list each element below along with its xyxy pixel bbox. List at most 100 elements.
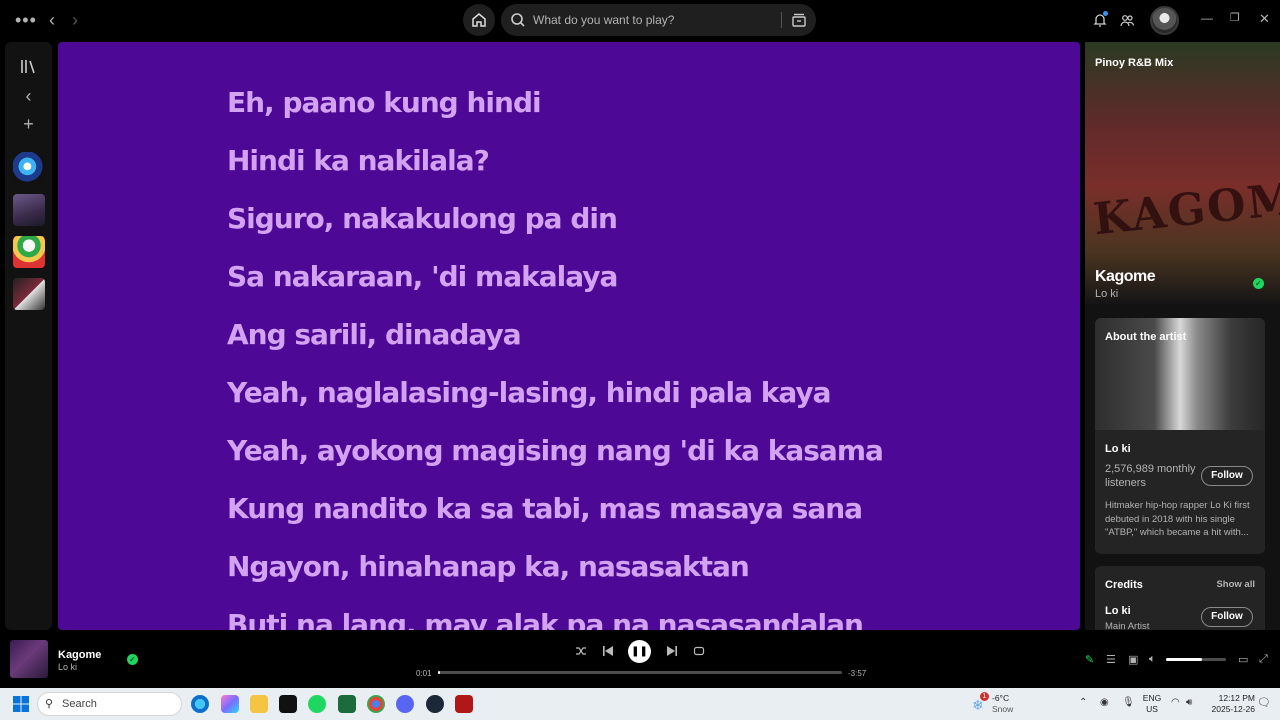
about-heading: About the artist [1105, 331, 1187, 343]
liked-check-icon[interactable]: ✓ [127, 654, 138, 665]
cover-art-text: KAGOME [1090, 169, 1280, 246]
queue-icon[interactable]: ☰ [1106, 653, 1116, 666]
saved-check-icon[interactable]: ✓ [1253, 278, 1264, 289]
create-playlist-icon[interactable]: + [5, 114, 52, 135]
forward-arrow-icon[interactable]: › [72, 11, 78, 29]
playlist-name[interactable]: Pinoy R&B Mix [1095, 57, 1173, 69]
lyric-line[interactable]: Eh, paano kung hindi [227, 86, 542, 119]
notification-center-icon[interactable]: 🗨︎ [1257, 696, 1271, 709]
miniplayer-icon[interactable]: ▭ [1238, 653, 1248, 666]
lyric-line[interactable]: Yeah, naglalasing-lasing, hindi pala kay… [227, 376, 832, 409]
track-title[interactable]: Kagome [1095, 268, 1156, 286]
credit-role: Main Artist [1105, 621, 1150, 630]
tiktok-app-icon[interactable] [279, 695, 297, 713]
next-track-icon[interactable] [666, 645, 678, 657]
tray-app-icon[interactable]: ◉ [1100, 697, 1109, 708]
lyric-line[interactable]: Hindi ka nakilala? [227, 144, 490, 177]
library-item-4[interactable] [13, 278, 45, 310]
minimize-window-icon[interactable]: — [1201, 12, 1213, 24]
lyrics-mic-icon[interactable]: ✎ [1085, 653, 1094, 666]
steam-app-icon[interactable] [426, 695, 444, 713]
lyric-line[interactable]: Ang sarili, dinadaya [227, 318, 522, 351]
taskbar-search[interactable]: ⚲ Search [37, 692, 182, 716]
player-track-title[interactable]: Kagome [58, 649, 101, 661]
lyric-line[interactable]: Siguro, nakakulong pa din [227, 202, 618, 235]
collapse-library-icon[interactable]: ‹ [5, 86, 52, 107]
top-bar: ••• ‹ › What do you want to play? — ❐ ✕ [0, 0, 1280, 42]
restore-window-icon[interactable]: ❐ [1230, 13, 1240, 24]
remaining-time: -3:57 [848, 669, 867, 678]
elapsed-time: 0:01 [416, 669, 432, 678]
home-button[interactable] [463, 4, 495, 36]
more-menu-icon[interactable]: ••• [15, 11, 37, 29]
app-icon-10[interactable] [455, 695, 473, 713]
weather-desc[interactable]: Snow [992, 704, 1013, 714]
playback-progress-bar[interactable] [438, 671, 842, 674]
library-item-1[interactable] [13, 152, 45, 184]
lyric-line[interactable]: Ngayon, hinahanap ka, nasasaktan [227, 550, 750, 583]
lyric-line[interactable]: Kung nandito ka sa tabi, mas masaya sana [227, 492, 863, 525]
taskbar-search-icon: ⚲ [45, 698, 54, 710]
home-icon [472, 13, 486, 27]
wifi-icon[interactable]: ◠ [1171, 697, 1180, 708]
library-item-3[interactable] [13, 236, 45, 268]
volume-slider[interactable] [1166, 658, 1226, 661]
artist-name[interactable]: Lo ki [1105, 443, 1131, 455]
follow-button[interactable]: Follow [1201, 466, 1253, 486]
lyric-line[interactable]: Buti na lang, may alak pa na nasasandala… [227, 608, 864, 630]
lyric-line[interactable]: Sa nakaraan, 'di makalaya [227, 260, 618, 293]
credits-heading: Credits [1105, 579, 1143, 591]
friend-activity-icon[interactable] [1120, 13, 1134, 27]
fullscreen-icon[interactable]: ⤢ [1259, 653, 1268, 666]
shuffle-icon[interactable] [575, 645, 587, 657]
edge-app-icon[interactable] [191, 695, 209, 713]
track-artist[interactable]: Lo ki [1095, 288, 1118, 300]
app-icon-6[interactable] [338, 695, 356, 713]
artist-bio: Hitmaker hip-hop rapper Lo Ki first debu… [1105, 500, 1250, 538]
back-arrow-icon[interactable]: ‹ [49, 11, 55, 29]
progress-fill [438, 671, 441, 674]
close-window-icon[interactable]: ✕ [1259, 12, 1270, 25]
lyrics-panel: Eh, paano kung hindi Hindi ka nakilala? … [58, 42, 1080, 630]
clock-date[interactable]: 2025-12-26 [1205, 704, 1255, 714]
lyric-line[interactable]: Yeah, ayokong magising nang 'di ka kasam… [227, 434, 884, 467]
windows-taskbar: ⚲ Search ❄ -6°C Snow ⌃ ◉ 🎙︎ ENG US ◠ 🔊︎ … [0, 688, 1280, 720]
language-region[interactable]: US [1141, 704, 1163, 714]
spotify-app-icon[interactable] [308, 695, 326, 713]
album-cover: KAGOME [1085, 42, 1280, 304]
now-playing-panel: KAGOME Pinoy R&B Mix Kagome Lo ki ✓ Abou… [1085, 42, 1280, 630]
pause-button[interactable]: ❚❚ [628, 640, 651, 663]
browse-icon[interactable] [791, 12, 807, 28]
pause-icon: ❚❚ [631, 646, 648, 657]
connect-device-icon[interactable]: ▣ [1128, 653, 1138, 666]
search-divider [781, 12, 782, 28]
weather-alert-badge: 1 [980, 692, 989, 701]
clock-time[interactable]: 12:12 PM [1205, 693, 1255, 703]
microphone-icon[interactable]: 🎙︎ [1122, 697, 1135, 708]
credit-artist-name[interactable]: Lo ki [1105, 605, 1131, 617]
credits-card: Credits Show all Lo ki Main Artist Follo… [1095, 566, 1265, 630]
copilot-app-icon[interactable] [221, 695, 239, 713]
library-item-2[interactable] [13, 194, 45, 226]
discord-app-icon[interactable] [396, 695, 414, 713]
profile-avatar[interactable] [1150, 6, 1179, 35]
file-explorer-icon[interactable] [250, 695, 268, 713]
speaker-icon[interactable]: 🔊︎ [1186, 697, 1192, 708]
tray-overflow-icon[interactable]: ⌃ [1079, 697, 1087, 708]
search-input[interactable]: What do you want to play? [533, 13, 674, 27]
credit-follow-button[interactable]: Follow [1201, 607, 1253, 627]
weather-temp[interactable]: -6°C [992, 693, 1009, 703]
player-track-artist[interactable]: Lo ki [58, 662, 77, 672]
library-icon[interactable] [20, 59, 37, 74]
about-artist-card[interactable]: About the artist Lo ki 2,576,989 monthly… [1095, 318, 1265, 554]
chrome-app-icon[interactable] [367, 695, 385, 713]
show-all-link[interactable]: Show all [1216, 579, 1255, 590]
language-code[interactable]: ENG [1141, 693, 1163, 703]
previous-track-icon[interactable] [602, 645, 614, 657]
now-playing-thumbnail[interactable] [10, 640, 48, 678]
volume-icon[interactable]: 🔈︎ [1149, 653, 1156, 666]
taskbar-search-label: Search [62, 698, 97, 710]
windows-start-icon[interactable] [13, 696, 29, 712]
search-bar[interactable]: What do you want to play? [501, 4, 816, 36]
repeat-icon[interactable] [693, 645, 705, 657]
